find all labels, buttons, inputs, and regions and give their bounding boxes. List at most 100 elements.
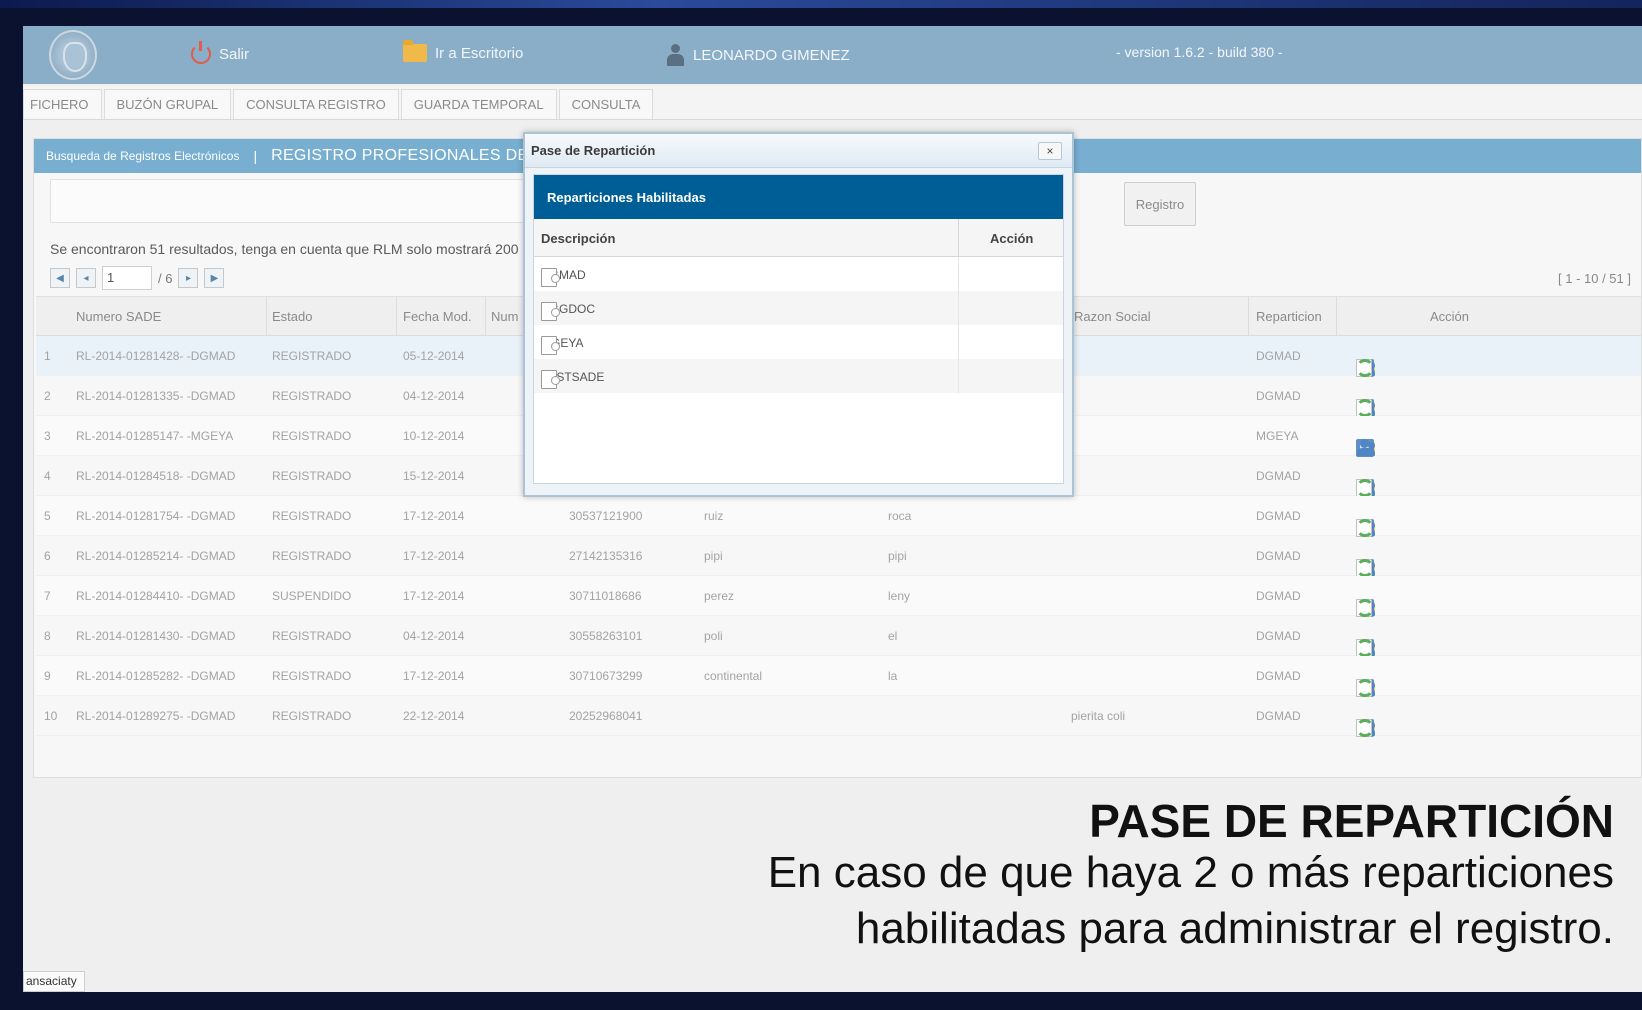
folder-icon [403, 40, 427, 62]
page-range: [ 1 - 10 / 51 ] [1558, 271, 1631, 286]
row-number: 8 [44, 629, 51, 643]
row-estado: SUSPENDIDO [272, 589, 352, 603]
transfer-icon[interactable] [1356, 719, 1374, 737]
transfer-icon[interactable] [1356, 679, 1374, 697]
top-header: Salir Ir a Escritorio LEONARDO GIMENEZ -… [23, 26, 1642, 84]
pase-reparticion-dialog: Pase de Repartición × Reparticiones Habi… [523, 132, 1074, 497]
select-reparticion-icon[interactable] [541, 302, 560, 321]
row-number: 10 [44, 709, 58, 723]
col-accion: Acción [1430, 309, 1470, 324]
transfer-icon[interactable] [1356, 559, 1374, 577]
breadcrumb-separator: | [253, 148, 258, 164]
dialog-table-header: Descripción Acción [534, 219, 1063, 257]
select-reparticion-icon[interactable] [541, 370, 560, 389]
row-numero-sade: RL-2014-01284410- -DGMAD [76, 589, 236, 603]
table-row[interactable]: 7 RL-2014-01284410- -DGMAD SUSPENDIDO 17-12… [36, 576, 1641, 617]
results-count-text: Se encontraron 51 resultados, tenga en c… [50, 241, 542, 257]
transfer-icon[interactable] [1356, 639, 1374, 657]
row-number: 9 [44, 669, 51, 683]
col-numero-sade[interactable]: Numero SADE [76, 309, 161, 324]
row-fecha: 15-12-2014 [403, 469, 465, 483]
row-apellido: la [888, 669, 898, 683]
row-estado: REGISTRADO [272, 709, 352, 723]
user-name: LEONARDO GIMENEZ [693, 46, 850, 64]
page-number-input[interactable]: 1 [102, 266, 152, 290]
table-row[interactable]: 8 RL-2014-01281430- -DGMAD REGISTRADO 04-12… [36, 616, 1641, 657]
transfer-icon[interactable] [1356, 519, 1374, 537]
row-reparticion: DGMAD [1256, 509, 1301, 523]
dialog-table-body: DGMAD DGGDOC MGEYA TESTSADE [534, 257, 1063, 393]
version-label: - version 1.6.2 - build 380 - [1116, 44, 1283, 60]
select-reparticion-icon[interactable] [541, 336, 560, 355]
row-reparticion: DGMAD [1256, 669, 1301, 683]
city-seal-logo [49, 30, 97, 80]
row-numero-sade: RL-2014-01285147- -MGEYA [76, 429, 234, 443]
col-razon-social[interactable]: Razon Social [1074, 309, 1151, 324]
tab-guarda-temporal[interactable]: GUARDA TEMPORAL [400, 89, 557, 119]
row-reparticion: DGMAD [1256, 629, 1301, 643]
tab-fichero[interactable]: FICHERO [23, 89, 102, 119]
prev-page-button[interactable]: ◂ [76, 268, 96, 288]
row-number: 1 [44, 349, 51, 363]
row-numero-sade: RL-2014-01284518- -DGMAD [76, 469, 236, 483]
exit-button[interactable]: Salir [191, 41, 249, 64]
tab-buzon-grupal[interactable]: BUZÓN GRUPAL [103, 89, 232, 119]
row-fecha: 17-12-2014 [403, 589, 465, 603]
row-estado: REGISTRADO [272, 549, 352, 563]
transfer-icon[interactable] [1356, 479, 1374, 497]
table-row[interactable]: 6 RL-2014-01285214- -DGMAD REGISTRADO 17-12… [36, 536, 1641, 577]
transfer-icon[interactable] [1356, 399, 1374, 417]
desktop-button[interactable]: Ir a Escritorio [403, 40, 523, 62]
col-numero[interactable]: Num [491, 309, 518, 324]
row-reparticion: DGMAD [1256, 549, 1301, 563]
transfer-icon[interactable] [1356, 599, 1374, 617]
row-fecha: 10-12-2014 [403, 429, 465, 443]
col-estado[interactable]: Estado [272, 309, 312, 324]
tab-consulta-registro[interactable]: CONSULTA REGISTRO [233, 89, 399, 119]
row-fecha: 04-12-2014 [403, 389, 465, 403]
tab-consulta[interactable]: CONSULTA [558, 89, 654, 119]
table-row[interactable]: 10 RL-2014-01289275- -DGMAD REGISTRADO 22-1… [36, 696, 1641, 737]
row-numero-sade: RL-2014-01285214- -DGMAD [76, 549, 236, 563]
search-area[interactable] [50, 179, 550, 223]
row-cuit: 30710673299 [569, 669, 643, 683]
col-reparticion[interactable]: Reparticion [1256, 309, 1322, 324]
col-fecha-mod[interactable]: Fecha Mod. [403, 309, 472, 324]
select-reparticion-icon[interactable] [541, 268, 560, 287]
row-number: 5 [44, 509, 51, 523]
pagination: ◀ ◂ 1 / 6 ▸ ▶ [50, 266, 225, 290]
row-number: 6 [44, 549, 51, 563]
row-numero-sade: RL-2014-01281754- -DGMAD [76, 509, 236, 523]
transfer-icon[interactable] [1356, 359, 1374, 377]
last-page-button[interactable]: ▶ [204, 268, 225, 288]
row-numero-sade: RL-2014-01281430- -DGMAD [76, 629, 236, 643]
status-bar-label: ansaciaty [23, 971, 85, 992]
reparticiones-band: Reparticiones Habilitadas [534, 175, 1063, 219]
row-apellido: leny [888, 589, 911, 603]
col-dialog-accion: Acción [990, 231, 1034, 246]
users-icon[interactable] [1356, 439, 1376, 457]
dialog-close-button[interactable]: × [1038, 142, 1062, 160]
user-menu[interactable]: LEONARDO GIMENEZ [665, 44, 850, 66]
caption-line-2: habilitadas para administrar el registro… [855, 904, 1614, 953]
next-page-button[interactable]: ▸ [178, 268, 199, 288]
row-numero-sade: RL-2014-01285282- -DGMAD [76, 669, 236, 683]
register-button[interactable]: Registro [1124, 182, 1196, 226]
page-title: REGISTRO PROFESIONALES DE [271, 147, 529, 164]
row-number: 7 [44, 589, 51, 603]
row-reparticion: DGMAD [1256, 589, 1301, 603]
row-fecha: 17-12-2014 [403, 509, 465, 523]
row-number: 2 [44, 389, 51, 403]
app-screen: Salir Ir a Escritorio LEONARDO GIMENEZ -… [23, 26, 1642, 992]
row-estado: REGISTRADO [272, 469, 352, 483]
col-descripcion: Descripción [541, 231, 616, 246]
row-estado: REGISTRADO [272, 629, 352, 643]
breadcrumb[interactable]: Busqueda de Registros Electrónicos [46, 149, 239, 163]
caption-line-1: En caso de que haya 2 o más reparticione… [767, 848, 1614, 897]
row-cuit: 30558263101 [569, 629, 643, 643]
table-row[interactable]: 9 RL-2014-01285282- -DGMAD REGISTRADO 17-12… [36, 656, 1641, 697]
first-page-button[interactable]: ◀ [50, 268, 70, 288]
table-row[interactable]: 5 RL-2014-01281754- -DGMAD REGISTRADO 17-12… [36, 496, 1641, 537]
row-reparticion: DGMAD [1256, 469, 1301, 483]
row-cuit: 27142135316 [569, 549, 643, 563]
